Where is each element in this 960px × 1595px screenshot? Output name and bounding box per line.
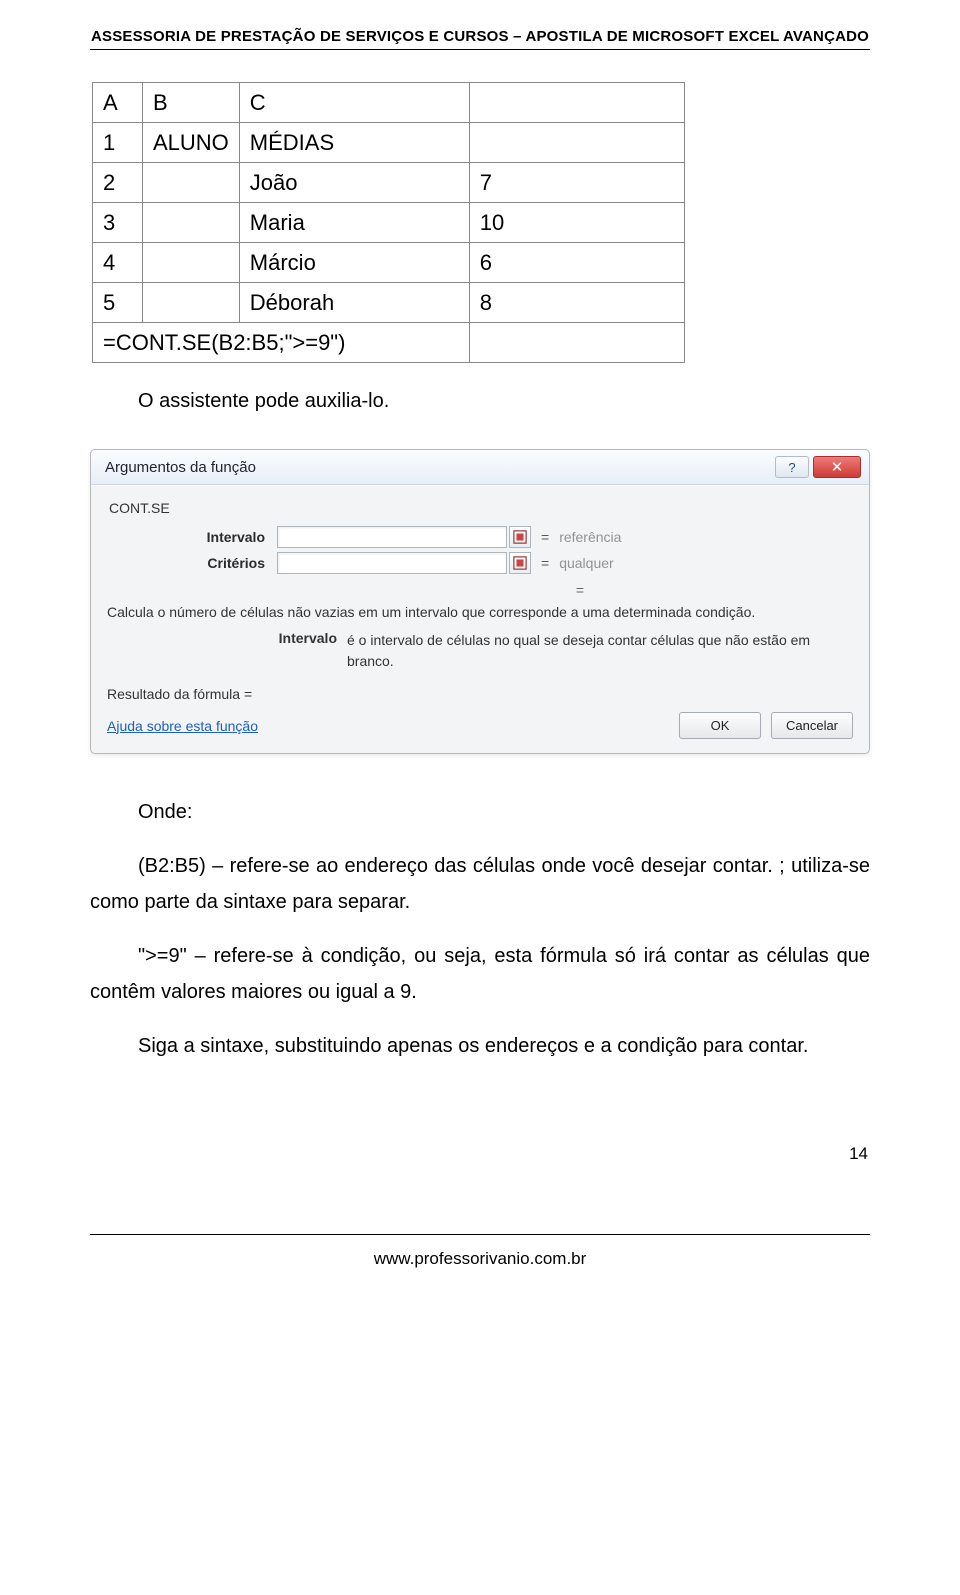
cell: 6 xyxy=(469,243,684,283)
cell xyxy=(143,283,240,323)
range-selector-icon xyxy=(513,530,527,544)
criterios-input[interactable] xyxy=(277,552,507,574)
cell: Márcio xyxy=(239,243,469,283)
argument-description-label: Intervalo xyxy=(107,630,347,672)
cell xyxy=(143,163,240,203)
cell: João xyxy=(239,163,469,203)
cell: ALUNO xyxy=(143,123,240,163)
table-row: 1 ALUNO MÉDIAS xyxy=(93,123,685,163)
dialog-title: Argumentos da função xyxy=(105,459,771,476)
cell: 4 xyxy=(93,243,143,283)
equals-sign: = xyxy=(541,529,549,545)
range-selector-button[interactable] xyxy=(509,552,531,574)
arg-row-intervalo: Intervalo = referência xyxy=(107,526,853,548)
page-number: 14 xyxy=(90,1144,870,1164)
table-row: 4 Márcio 6 xyxy=(93,243,685,283)
col-header: C xyxy=(239,83,469,123)
close-button[interactable]: ✕ xyxy=(813,456,861,478)
cell: 3 xyxy=(93,203,143,243)
col-header: B xyxy=(143,83,240,123)
cell: Maria xyxy=(239,203,469,243)
cell: MÉDIAS xyxy=(239,123,469,163)
cell: 5 xyxy=(93,283,143,323)
dialog-body: CONT.SE Intervalo = referência Critérios… xyxy=(91,485,869,753)
paragraph: ">=9" – refere-se à condição, ou seja, e… xyxy=(90,938,870,1010)
help-icon: ? xyxy=(788,460,795,475)
table-row: 2 João 7 xyxy=(93,163,685,203)
col-header xyxy=(469,83,684,123)
formula-row: =CONT.SE(B2:B5;">=9") xyxy=(93,323,685,363)
table-row: 5 Déborah 8 xyxy=(93,283,685,323)
paragraph: (B2:B5) – refere-se ao endereço das célu… xyxy=(90,848,870,920)
cell xyxy=(469,123,684,163)
range-selector-button[interactable] xyxy=(509,526,531,548)
ok-button[interactable]: OK xyxy=(679,712,761,739)
cell xyxy=(143,243,240,283)
formula-cell: =CONT.SE(B2:B5;">=9") xyxy=(93,323,470,363)
header-divider xyxy=(90,49,870,54)
cell: 8 xyxy=(469,283,684,323)
table-row: 3 Maria 10 xyxy=(93,203,685,243)
argument-description-text: é o intervalo de células no qual se dese… xyxy=(347,630,853,672)
cell xyxy=(469,323,684,363)
function-arguments-dialog: Argumentos da função ? ✕ CONT.SE Interva… xyxy=(90,449,870,754)
cell: 7 xyxy=(469,163,684,203)
cell: 1 xyxy=(93,123,143,163)
excel-table: A B C 1 ALUNO MÉDIAS 2 João 7 3 Maria 10… xyxy=(92,82,685,363)
close-icon: ✕ xyxy=(831,458,844,476)
cancel-button[interactable]: Cancelar xyxy=(771,712,853,739)
arg-label: Intervalo xyxy=(107,529,277,545)
dialog-footer: Ajuda sobre esta função OK Cancelar xyxy=(107,712,853,739)
result-preview-eq: = xyxy=(307,582,853,598)
help-button[interactable]: ? xyxy=(775,456,809,478)
arg-row-criterios: Critérios = qualquer xyxy=(107,552,853,574)
equals-sign: = xyxy=(541,555,549,571)
function-description: Calcula o número de células não vazias e… xyxy=(107,604,853,620)
cell: Déborah xyxy=(239,283,469,323)
footer-divider xyxy=(90,1234,870,1239)
paragraph: Onde: xyxy=(90,794,870,830)
arg-label: Critérios xyxy=(107,555,277,571)
dialog-titlebar: Argumentos da função ? ✕ xyxy=(91,450,869,485)
cell: 2 xyxy=(93,163,143,203)
cell: 10 xyxy=(469,203,684,243)
doc-header: ASSESSORIA DE PRESTAÇÃO DE SERVIÇOS E CU… xyxy=(90,0,870,45)
footer-url: www.professorivanio.com.br xyxy=(90,1249,870,1269)
paragraph: O assistente pode auxilia-lo. xyxy=(90,383,870,419)
intervalo-input[interactable] xyxy=(277,526,507,548)
col-header: A xyxy=(93,83,143,123)
paragraph: Siga a sintaxe, substituindo apenas os e… xyxy=(90,1028,870,1064)
arg-hint: qualquer xyxy=(559,555,614,571)
cell xyxy=(143,203,240,243)
function-name: CONT.SE xyxy=(107,494,853,522)
help-link[interactable]: Ajuda sobre esta função xyxy=(107,718,258,734)
formula-result: Resultado da fórmula = xyxy=(107,686,853,702)
range-selector-icon xyxy=(513,556,527,570)
table-header-row: A B C xyxy=(93,83,685,123)
argument-description: Intervalo é o intervalo de células no qu… xyxy=(107,630,853,672)
arg-hint: referência xyxy=(559,529,621,545)
